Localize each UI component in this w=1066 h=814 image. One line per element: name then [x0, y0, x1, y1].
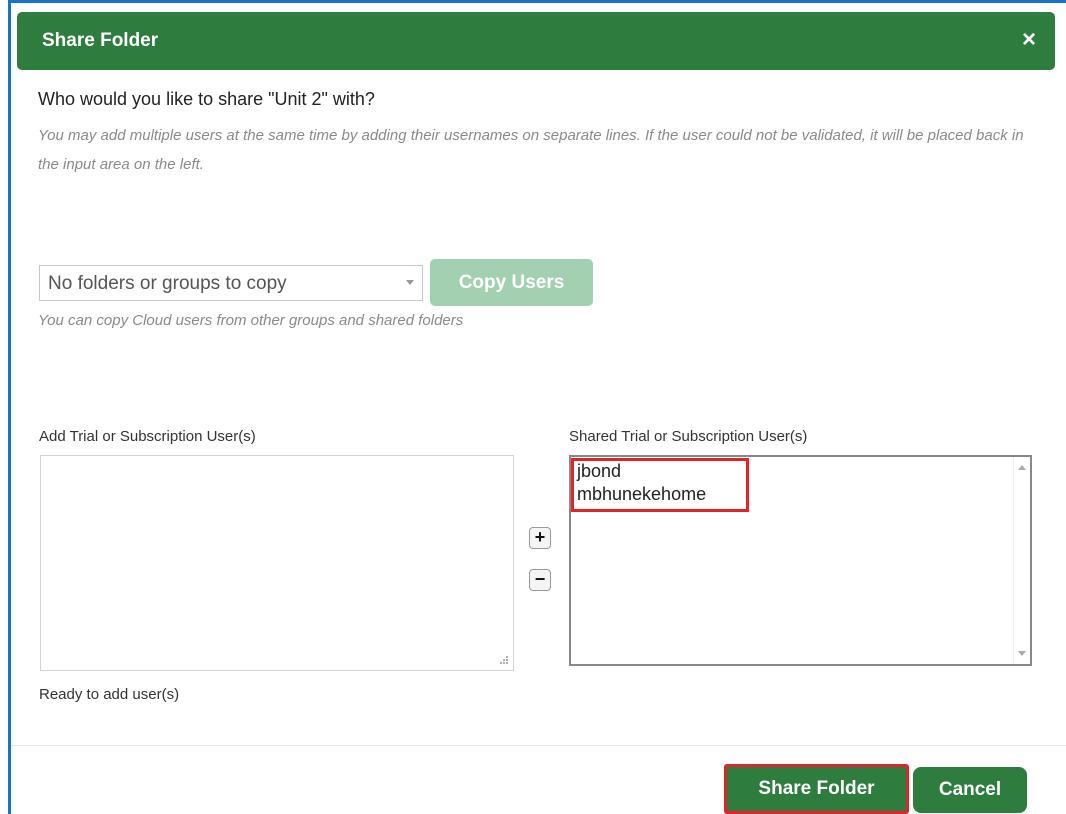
share-folder-dialog: Share Folder × Who would you like to sha…	[11, 3, 1066, 814]
share-folder-button-label: Share Folder	[758, 778, 875, 799]
chevron-down-icon	[406, 280, 414, 285]
add-users-label: Add Trial or Subscription User(s)	[39, 428, 256, 445]
footer-divider	[11, 745, 1066, 746]
shared-users-list[interactable]: jbond mbhunekehome	[569, 455, 1032, 666]
add-users-textarea[interactable]	[40, 455, 514, 671]
scroll-up-icon[interactable]	[1018, 465, 1026, 470]
remove-user-button[interactable]: −	[529, 569, 551, 591]
shared-users-label: Shared Trial or Subscription User(s)	[569, 428, 808, 445]
copy-source-select[interactable]: No folders or groups to copy	[39, 265, 423, 301]
close-icon[interactable]: ×	[1017, 28, 1041, 52]
list-item[interactable]: mbhunekehome	[577, 484, 706, 505]
cancel-button[interactable]: Cancel	[913, 767, 1027, 813]
resize-grip-icon[interactable]	[500, 656, 508, 664]
copy-users-button[interactable]: Copy Users	[430, 259, 593, 306]
scrollbar[interactable]	[1013, 457, 1030, 664]
dialog-title: Share Folder	[42, 30, 159, 51]
add-user-button[interactable]: +	[529, 527, 551, 549]
scroll-down-icon[interactable]	[1018, 651, 1026, 656]
share-help-text: You may add multiple users at the same t…	[38, 127, 1024, 173]
copy-help-text: You can copy Cloud users from other grou…	[38, 312, 464, 329]
add-status-text: Ready to add user(s)	[39, 686, 180, 703]
dialog-titlebar: Share Folder ×	[17, 12, 1055, 70]
share-folder-button[interactable]: Share Folder	[724, 764, 909, 814]
list-item[interactable]: jbond	[577, 461, 621, 482]
share-question: Who would you like to share "Unit 2" wit…	[38, 89, 375, 109]
copy-source-select-value: No folders or groups to copy	[48, 273, 287, 294]
